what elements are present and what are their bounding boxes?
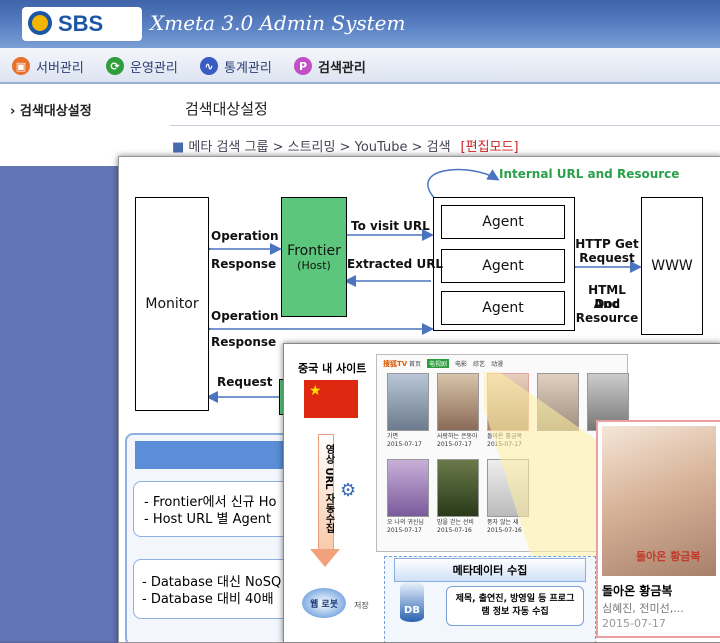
http-request-label: Request [579,251,635,265]
poster-thumbnail [437,459,479,517]
china-site-label: 중국 내 사이트 [298,362,367,375]
sbs-logo-icon [28,11,52,35]
bullet-icon: ■ [172,140,189,155]
poster-thumbnail [437,373,479,431]
site-tab: 动漫 [491,361,504,368]
frontier-sub-label: (Host) [297,258,331,272]
nav-label: 통계관리 [224,60,272,76]
web-robot-icon: 웹 로봇 [302,588,346,618]
sidebar-menu [0,84,153,166]
featured-cast: 심혜진, 전미선,... [602,602,684,615]
site-tab: 电视剧 [427,359,450,368]
poster-caption: 사랑하는 은동아 2015-07-17 [437,433,483,449]
poster-title: 밤을 걷는 선비 [437,519,474,526]
poster-title: 오 나의 귀신님 [387,519,424,526]
edit-mode-label: [편집모드] [460,140,519,155]
request-label: Request [217,375,273,389]
frontier-label: Frontier [287,242,341,259]
featured-poster: 돌아온 황금복 [602,426,716,576]
operation-label: Operation [211,309,279,323]
app-title: Xmeta 3.0 Admin System [150,11,406,35]
featured-date: 2015-07-17 [602,617,666,630]
logo-text: SBS [58,11,104,36]
poster-date: 2015-07-17 [437,441,472,448]
top-nav: ▣ 서버관리 ⟳ 운영관리 ∿ 통계관리 P 검색관리 [0,48,720,84]
server-icon: ▣ [12,57,30,75]
poster-date: 2015-07-16 [437,527,472,534]
response-label: Response [211,257,277,271]
metadata-title: 메타데이터 수집 [394,558,586,582]
metadata-desc: 제목, 출연진, 방영일 등 프로그램 정보 자동 수집 [446,586,584,626]
site-tab: 综艺 [473,361,486,368]
poster-caption: 밤을 걷는 선비 2015-07-16 [437,519,483,535]
poster-title-overlay: 돌아온 황금복 [636,550,701,563]
response-label: Response [211,335,277,349]
save-label: 저장 [354,601,369,610]
sbs-logo[interactable]: SBS [22,7,142,41]
nav-label: 검색관리 [318,60,366,76]
sidebar-item-label: 검색대상설정 [19,104,92,119]
down-arrow-icon [310,549,340,567]
nav-search[interactable]: P 검색관리 [294,55,366,77]
featured-card: 돌아온 황금복 돌아온 황금복 심혜진, 전미선,... 2015-07-17 [596,420,720,638]
app-header: SBS Xmeta 3.0 Admin System [0,0,720,48]
and-label: And [593,297,621,311]
chevron-right-icon: › [10,104,20,119]
www-box: WWW [641,197,703,335]
operation-label: Operation [211,229,279,243]
poster-title: 가면 [387,433,399,440]
title-divider [170,125,720,126]
to-visit-label: To visit URL [351,219,430,233]
vertical-collect-label: 영상 URL 자동수집 [323,444,334,534]
china-crawler-diagram: 중국 내 사이트 ★ 영상 URL 자동수집 ⚙ 搜狐TV 首页 电视剧 电影 … [283,343,720,643]
monitor-box: Monitor [135,197,209,411]
poster-caption: 오 나의 귀신님 2015-07-17 [387,519,433,535]
frontier-box: Frontier (Host) [281,197,347,317]
poster-thumbnail [387,373,429,431]
nav-operation[interactable]: ⟳ 운영관리 [106,55,178,77]
poster-title: 사랑하는 은동아 [437,433,478,440]
nav-label: 서버관리 [36,60,84,76]
poster-caption: 가면 2015-07-17 [387,433,433,449]
gear-icon: ⚙ [340,480,357,501]
site-tabs: 首页 电视剧 电影 综艺 动漫 [409,359,503,368]
internal-url-label: Internal URL and Resource [499,167,680,181]
extracted-url-label: Extracted URL [347,257,444,271]
china-flag-icon: ★ [304,380,358,418]
site-tab: 电影 [455,361,468,368]
nav-server[interactable]: ▣ 서버관리 [12,55,84,77]
poster-date: 2015-07-17 [387,527,422,534]
breadcrumb: ■ 메타 검색 그룹 > 스트리밍 > YouTube > 검색 [편집모드] [172,136,519,155]
agent-box: Agent [441,205,565,239]
breadcrumb-path[interactable]: 메타 검색 그룹 > 스트리밍 > YouTube > 검색 [188,140,450,155]
agent-box: Agent [441,249,565,283]
nav-label: 운영관리 [130,60,178,76]
page-title: 검색대상설정 [185,100,268,118]
stats-icon: ∿ [200,57,218,75]
http-get-label: HTTP Get [575,237,639,251]
poster-date: 2015-07-17 [387,441,422,448]
agent-box: Agent [441,291,565,325]
search-manage-icon: P [294,57,312,75]
featured-title: 돌아온 황금복 [602,584,673,598]
resource-label: Resource [575,311,639,325]
poster-thumbnail [387,459,429,517]
db-icon: DB [400,582,424,622]
operation-icon: ⟳ [106,57,124,75]
site-logo: 搜狐TV [383,360,408,368]
sidebar-item-search-target[interactable]: › 검색대상설정 [10,100,92,119]
site-tab: 首页 [409,361,422,368]
nav-stats[interactable]: ∿ 통계관리 [200,55,272,77]
